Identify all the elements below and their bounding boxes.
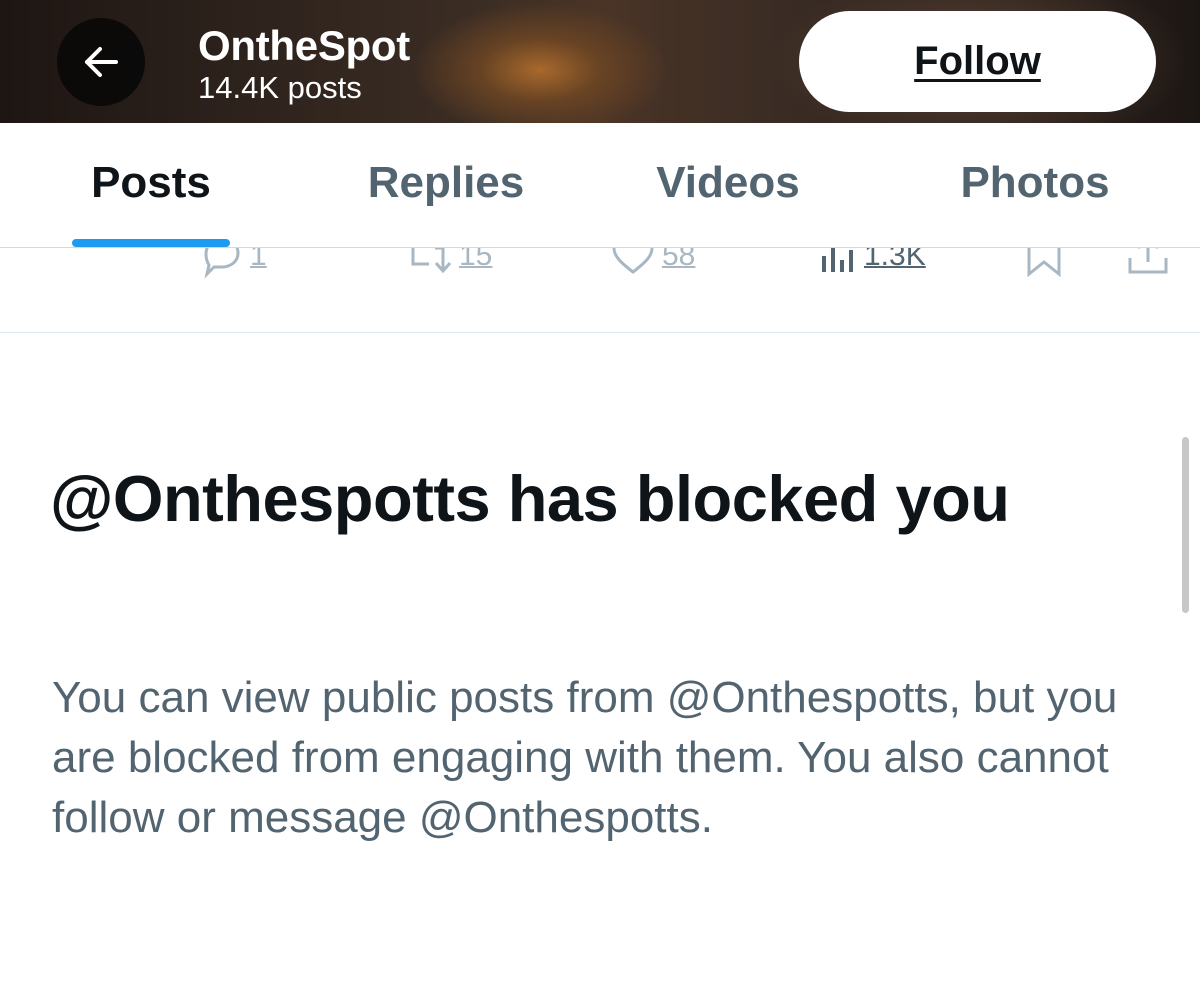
- follow-button[interactable]: Follow: [799, 11, 1156, 112]
- repost-icon: [411, 248, 452, 274]
- reply-icon: [204, 248, 240, 278]
- reply-count: 1: [250, 248, 267, 272]
- tab-label: Photos: [960, 158, 1110, 207]
- scrollbar[interactable]: [1182, 437, 1189, 613]
- blocked-description: You can view public posts from @Onthespo…: [52, 673, 1118, 842]
- profile-name: OntheSpot: [198, 22, 410, 69]
- share-action[interactable]: [1126, 248, 1170, 278]
- views-action[interactable]: 1.3K: [818, 248, 926, 278]
- bookmark-action[interactable]: [1024, 248, 1064, 278]
- repost-count: 15: [459, 248, 493, 272]
- post-action-bar: 1 15 58 1.3K: [0, 248, 1200, 333]
- bookmark-icon: [1027, 248, 1061, 278]
- profile-page: OntheSpot 14.4K posts Follow Posts Repli…: [0, 0, 1200, 990]
- tab-replies[interactable]: Replies: [330, 123, 562, 247]
- tab-photos[interactable]: Photos: [920, 123, 1150, 247]
- like-action[interactable]: 58: [610, 248, 695, 278]
- active-tab-indicator: [72, 239, 230, 247]
- follow-button-label: Follow: [914, 39, 1041, 83]
- post-count: 14.4K posts: [198, 70, 362, 105]
- heart-icon: [612, 248, 654, 274]
- reply-action[interactable]: 1: [200, 248, 267, 278]
- tab-label: Replies: [367, 158, 525, 207]
- views-count: 1.3K: [864, 248, 926, 272]
- profile-header: OntheSpot 14.4K posts Follow: [0, 0, 1200, 123]
- blocked-title: @Onthespotts has blocked you: [50, 462, 1010, 535]
- profile-tabs: Posts Replies Videos Photos: [0, 123, 1200, 248]
- repost-action[interactable]: 15: [405, 248, 492, 278]
- tab-posts[interactable]: Posts: [40, 123, 262, 247]
- arrow-left-icon: [85, 47, 118, 77]
- tab-videos[interactable]: Videos: [618, 123, 838, 247]
- views-icon: [822, 248, 853, 272]
- back-button[interactable]: [57, 18, 145, 106]
- tab-label: Videos: [656, 158, 800, 207]
- like-count: 58: [662, 248, 696, 272]
- share-icon: [1128, 248, 1168, 274]
- tab-label: Posts: [91, 158, 211, 207]
